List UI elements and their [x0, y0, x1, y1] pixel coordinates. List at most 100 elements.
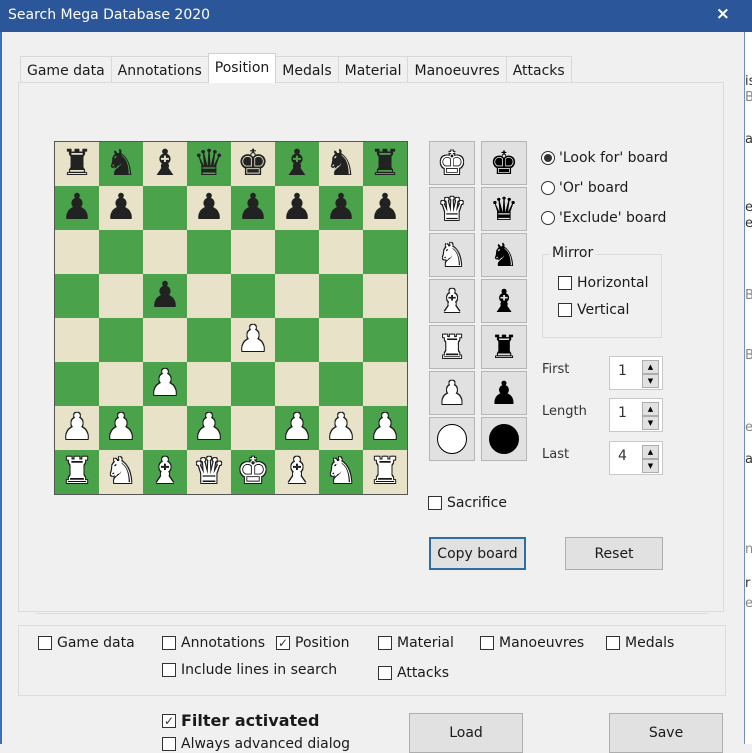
criteria-position-checkbox[interactable]: ✓ Position: [276, 635, 350, 651]
square-a1[interactable]: ♜: [55, 450, 99, 494]
square-b1[interactable]: ♞: [99, 450, 143, 494]
white-pawn-icon[interactable]: ♟: [149, 366, 181, 402]
square-a8[interactable]: ♜: [55, 142, 99, 186]
look-for-board-radio[interactable]: 'Look for' board: [541, 150, 668, 166]
white-bishop-icon[interactable]: ♝: [149, 454, 181, 490]
black-pawn-icon[interactable]: ♟: [193, 190, 225, 226]
square-e1[interactable]: ♚: [231, 450, 275, 494]
square-g4[interactable]: [319, 318, 363, 362]
checkbox-box[interactable]: [162, 663, 176, 677]
palette-black-king-button[interactable]: ♚: [481, 141, 527, 185]
white-pawn-icon[interactable]: ♟: [193, 410, 225, 446]
black-king-icon[interactable]: ♚: [237, 146, 269, 182]
square-c6[interactable]: [143, 230, 187, 274]
square-h2[interactable]: ♟: [363, 406, 407, 450]
square-f3[interactable]: [275, 362, 319, 406]
chess-board[interactable]: ♜ ♞ ♝ ♛ ♚ ♝ ♞ ♜ ♟ ♟ ♟ ♟ ♟ ♟ ♟ ♟ ♟ ♟ ♟ ♟ ♟ ♟ ♟ ♟ ♜ ♞ ♝ ♛ ♚ ♝ ♞ ♜: [54, 141, 408, 495]
spin-down-icon[interactable]: ▼: [642, 459, 659, 473]
square-b7[interactable]: ♟: [99, 186, 143, 230]
tab-attacks[interactable]: Attacks: [505, 56, 572, 83]
square-e2[interactable]: [231, 406, 275, 450]
white-pawn-icon[interactable]: ♟: [281, 410, 313, 446]
square-g7[interactable]: ♟: [319, 186, 363, 230]
sacrifice-checkbox[interactable]: Sacrifice: [428, 495, 507, 511]
square-h8[interactable]: ♜: [363, 142, 407, 186]
square-d2[interactable]: ♟: [187, 406, 231, 450]
square-a2[interactable]: ♟: [55, 406, 99, 450]
checkbox-box[interactable]: [558, 276, 572, 290]
square-c4[interactable]: [143, 318, 187, 362]
square-e3[interactable]: [231, 362, 275, 406]
load-button[interactable]: Load: [409, 713, 523, 753]
first-value[interactable]: 1: [618, 363, 627, 379]
checkbox-box[interactable]: [428, 496, 442, 510]
black-pawn-icon[interactable]: ♟: [105, 190, 137, 226]
white-rook-icon[interactable]: ♜: [369, 454, 401, 490]
save-button[interactable]: Save: [609, 713, 723, 753]
square-d6[interactable]: [187, 230, 231, 274]
last-value[interactable]: 4: [618, 448, 627, 464]
checkbox-box[interactable]: [378, 666, 392, 680]
checkbox-box[interactable]: ✓: [276, 636, 290, 650]
square-b2[interactable]: ♟: [99, 406, 143, 450]
black-rook-icon[interactable]: ♜: [61, 146, 93, 182]
palette-white-rook-button[interactable]: ♜: [429, 325, 475, 369]
square-c5[interactable]: ♟: [143, 274, 187, 318]
white-bishop-icon[interactable]: ♝: [281, 454, 313, 490]
square-f2[interactable]: ♟: [275, 406, 319, 450]
square-h7[interactable]: ♟: [363, 186, 407, 230]
filter-activated-checkbox[interactable]: ✓ Filter activated: [162, 711, 319, 730]
square-d8[interactable]: ♛: [187, 142, 231, 186]
square-f6[interactable]: [275, 230, 319, 274]
palette-black-queen-button[interactable]: ♛: [481, 187, 527, 231]
spin-down-icon[interactable]: ▼: [642, 416, 659, 430]
spin-up-icon[interactable]: ▲: [642, 360, 659, 374]
checkbox-box[interactable]: [480, 636, 494, 650]
square-c2[interactable]: [143, 406, 187, 450]
white-rook-icon[interactable]: ♜: [61, 454, 93, 490]
black-pawn-icon[interactable]: ♟: [237, 190, 269, 226]
copy-board-button[interactable]: Copy board: [429, 537, 526, 570]
square-b4[interactable]: [99, 318, 143, 362]
black-pawn-icon[interactable]: ♟: [61, 190, 93, 226]
square-g1[interactable]: ♞: [319, 450, 363, 494]
always-advanced-checkbox[interactable]: Always advanced dialog: [162, 736, 350, 752]
square-c3[interactable]: ♟: [143, 362, 187, 406]
square-a3[interactable]: [55, 362, 99, 406]
square-b8[interactable]: ♞: [99, 142, 143, 186]
black-pawn-icon[interactable]: ♟: [369, 190, 401, 226]
criteria-game-data-checkbox[interactable]: Game data: [38, 635, 135, 651]
square-b3[interactable]: [99, 362, 143, 406]
square-d5[interactable]: [187, 274, 231, 318]
first-spinner[interactable]: 1 ▲ ▼: [609, 356, 663, 390]
palette-white-to-move-button[interactable]: [429, 417, 475, 461]
square-h4[interactable]: [363, 318, 407, 362]
tab-medals[interactable]: Medals: [275, 56, 339, 83]
palette-black-to-move-button[interactable]: [481, 417, 527, 461]
white-knight-icon[interactable]: ♞: [105, 454, 137, 490]
criteria-manoeuvres-checkbox[interactable]: Manoeuvres: [480, 635, 584, 651]
black-pawn-icon[interactable]: ♟: [281, 190, 313, 226]
square-f7[interactable]: ♟: [275, 186, 319, 230]
square-h1[interactable]: ♜: [363, 450, 407, 494]
checkbox-box[interactable]: [558, 303, 572, 317]
square-h6[interactable]: [363, 230, 407, 274]
criteria-medals-checkbox[interactable]: Medals: [606, 635, 674, 651]
square-f8[interactable]: ♝: [275, 142, 319, 186]
palette-black-knight-button[interactable]: ♞: [481, 233, 527, 277]
square-a6[interactable]: [55, 230, 99, 274]
square-d7[interactable]: ♟: [187, 186, 231, 230]
exclude-board-radio[interactable]: 'Exclude' board: [541, 210, 666, 226]
black-rook-icon[interactable]: ♜: [369, 146, 401, 182]
checkbox-box[interactable]: [378, 636, 392, 650]
checkbox-box[interactable]: [162, 737, 176, 751]
square-c8[interactable]: ♝: [143, 142, 187, 186]
square-d4[interactable]: [187, 318, 231, 362]
tab-annotations[interactable]: Annotations: [110, 56, 209, 83]
tab-game-data[interactable]: Game data: [20, 56, 112, 83]
square-f5[interactable]: [275, 274, 319, 318]
white-queen-icon[interactable]: ♛: [193, 454, 225, 490]
white-pawn-icon[interactable]: ♟: [61, 410, 93, 446]
square-g8[interactable]: ♞: [319, 142, 363, 186]
length-spinner[interactable]: 1 ▲ ▼: [609, 398, 663, 432]
